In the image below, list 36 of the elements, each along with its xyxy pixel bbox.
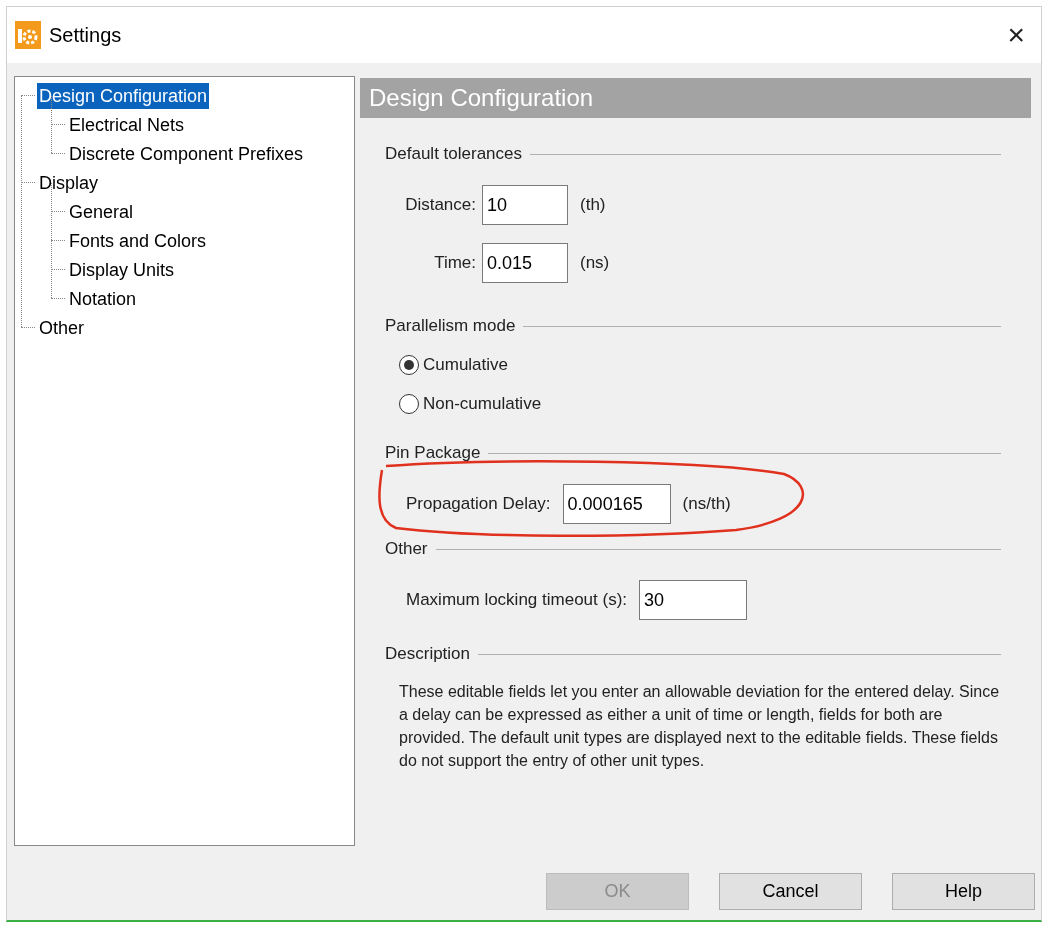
radio-label: Non-cumulative [423,393,542,416]
close-button[interactable]: × [999,20,1033,50]
settings-app-icon [15,21,41,49]
field-label: Propagation Delay: [406,493,551,516]
field-label: Maximum locking timeout (s): [406,589,628,612]
input-field[interactable]: 0.015 [482,243,568,283]
tree-item[interactable]: Notation [67,285,139,312]
dialog-button[interactable]: Help [892,873,1035,910]
group-legend: Pin Package [385,440,481,466]
description-text: These editable fields let you enter an allowable deviation for the entered delay. Since a delay can be expressed as either a unit of time or length, fields for both are provided. The default unit types are displayed next to the editable fields. These fields do not support the entry of other unit types. [399,682,1001,771]
group-legend: Parallelism mode [385,313,516,339]
window-title: Settings [49,23,122,48]
tree-item[interactable]: Other [37,314,87,341]
panel-header: Design Configuration [360,78,1031,118]
tree-item[interactable]: Electrical Nets [67,111,187,138]
radio-label: Cumulative [423,354,509,377]
field-label: Distance: [404,194,476,217]
tree-item[interactable]: Design Configuration [37,82,210,109]
radio-button[interactable] [399,355,419,375]
field-label: Time: [433,252,476,275]
input-field[interactable]: 0.000165 [562,484,671,524]
unit-label: (ns/th) [682,493,731,516]
group-legend: Description [385,641,471,667]
tree-item[interactable]: Fonts and Colors [67,227,209,254]
radio-button[interactable] [399,394,419,414]
dialog-button[interactable]: Cancel [719,873,862,910]
input-field[interactable]: 10 [482,185,568,225]
tree-item[interactable]: Display Units [67,256,177,283]
group-legend: Default tolerances [385,141,523,167]
unit-label: (th) [580,194,606,217]
group-legend: Other [385,536,428,562]
tree-item[interactable]: General [67,198,136,225]
tree-item[interactable]: Display [37,169,101,196]
tree-item[interactable]: Discrete Component Prefixes [67,140,306,167]
unit-label: (ns) [580,252,610,275]
input-field[interactable]: 30 [639,580,748,620]
